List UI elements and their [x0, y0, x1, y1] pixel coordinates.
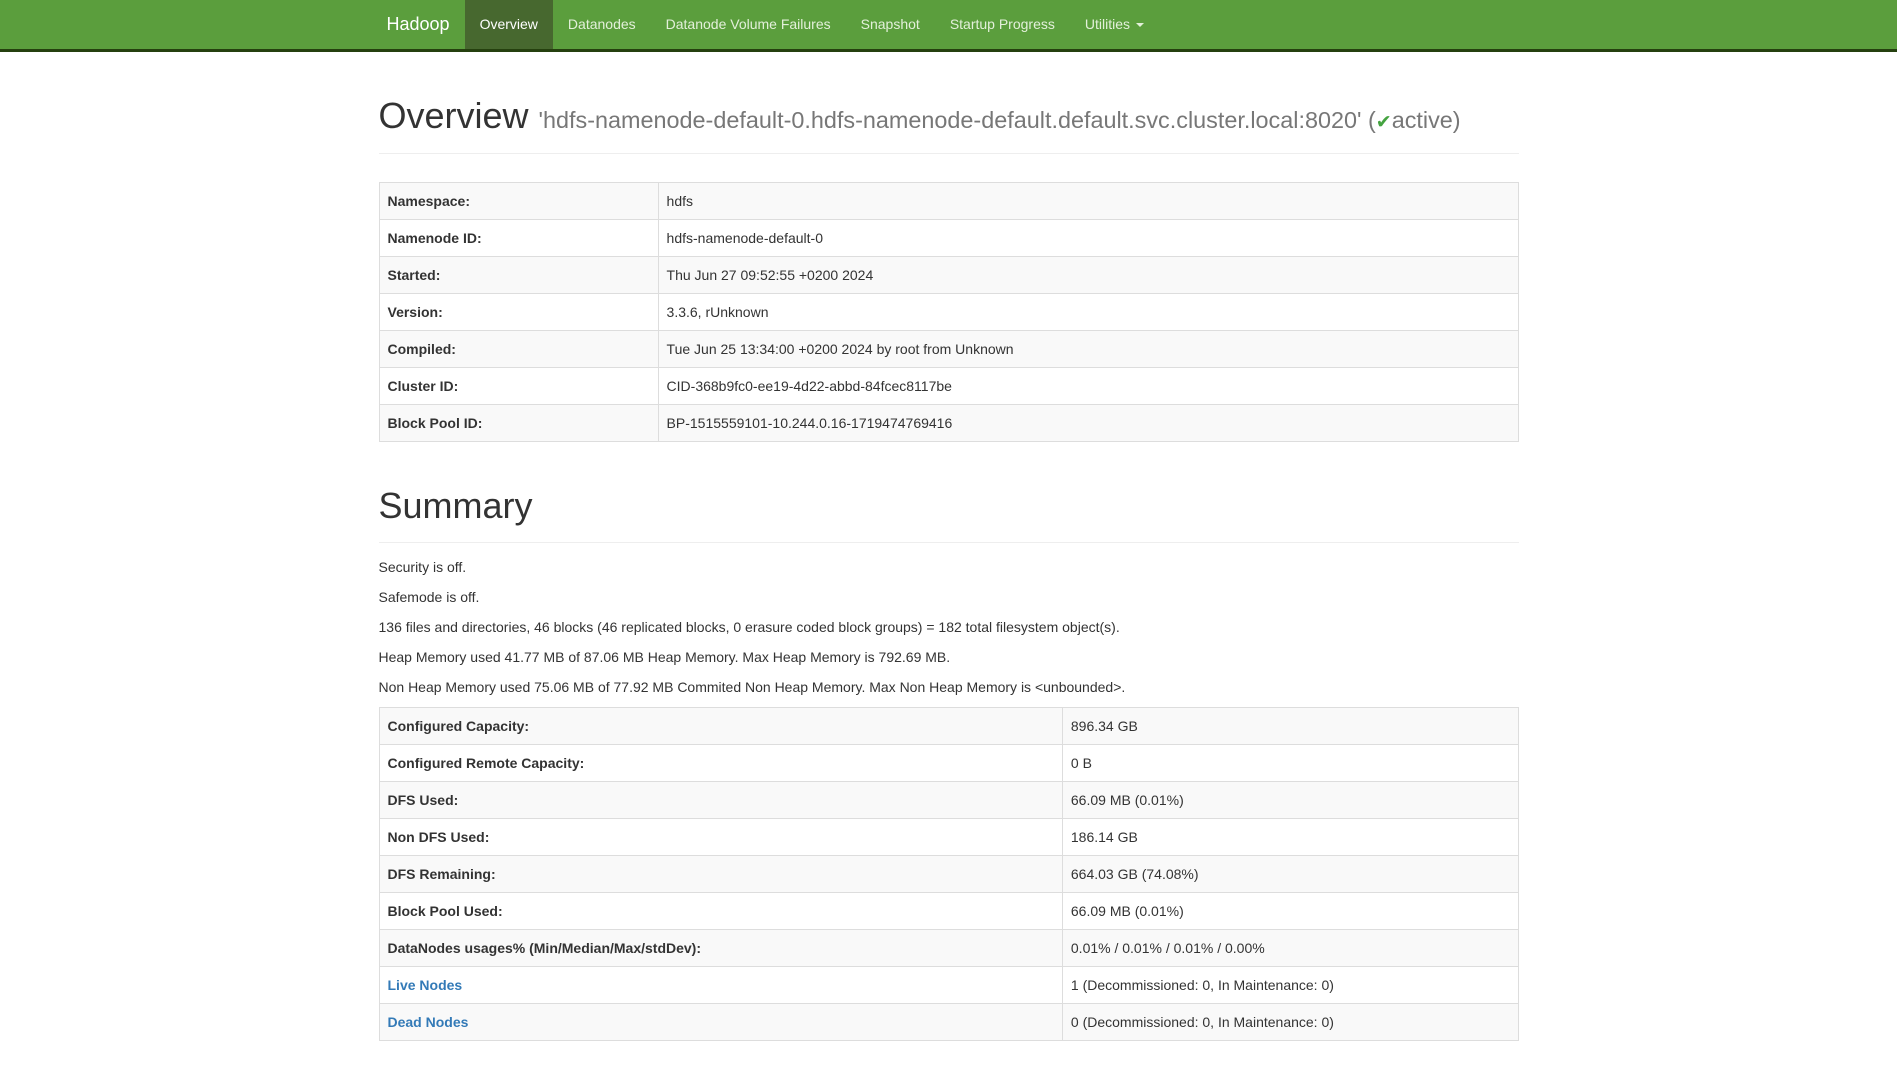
row-label: Live Nodes	[379, 967, 1062, 1004]
table-row: Started: Thu Jun 27 09:52:55 +0200 2024	[379, 256, 1518, 293]
nav-item-datanodes[interactable]: Datanodes	[553, 0, 651, 49]
navbar-inner: Hadoop Overview Datanodes Datanode Volum…	[364, 0, 1534, 49]
row-value: 1 (Decommissioned: 0, In Maintenance: 0)	[1062, 967, 1518, 1004]
page-title-text: Overview	[379, 95, 529, 136]
table-row: DFS Remaining: 664.03 GB (74.08%)	[379, 856, 1518, 893]
row-label: Block Pool ID:	[379, 404, 658, 441]
row-label: Configured Capacity:	[379, 708, 1062, 745]
row-label: Non DFS Used:	[379, 819, 1062, 856]
namenode-info-table: Namespace: hdfs Namenode ID: hdfs-nameno…	[379, 182, 1519, 442]
table-row: DataNodes usages% (Min/Median/Max/stdDev…	[379, 930, 1518, 967]
table-row: DFS Used: 66.09 MB (0.01%)	[379, 782, 1518, 819]
ha-state: (✔active)	[1368, 107, 1461, 133]
row-value: CID-368b9fc0-ee19-4d22-abbd-84fcec8117be	[658, 367, 1518, 404]
table-row: Block Pool Used: 66.09 MB (0.01%)	[379, 893, 1518, 930]
caret-down-icon	[1136, 23, 1144, 27]
row-value: 66.09 MB (0.01%)	[1062, 782, 1518, 819]
page-title: Overview 'hdfs-namenode-default-0.hdfs-n…	[379, 92, 1519, 141]
cluster-summary-table: Configured Capacity: 896.34 GB Configure…	[379, 707, 1519, 1041]
summary-security: Security is off.	[379, 557, 1519, 577]
namenode-address: 'hdfs-namenode-default-0.hdfs-namenode-d…	[539, 107, 1461, 133]
nav-item-label: Overview	[480, 15, 538, 35]
row-value: 66.09 MB (0.01%)	[1062, 893, 1518, 930]
row-value: 664.03 GB (74.08%)	[1062, 856, 1518, 893]
row-value: 0 (Decommissioned: 0, In Maintenance: 0)	[1062, 1004, 1518, 1041]
nav-item-startup-progress[interactable]: Startup Progress	[935, 0, 1070, 49]
state-label: active)	[1392, 107, 1461, 133]
table-row: Cluster ID: CID-368b9fc0-ee19-4d22-abbd-…	[379, 367, 1518, 404]
nav-item-utilities-dropdown[interactable]: Utilities	[1070, 0, 1159, 49]
row-label: Configured Remote Capacity:	[379, 745, 1062, 782]
row-label: DFS Used:	[379, 782, 1062, 819]
row-value: 0 B	[1062, 745, 1518, 782]
summary-page-header: Summary	[379, 482, 1519, 544]
table-row: Block Pool ID: BP-1515559101-10.244.0.16…	[379, 404, 1518, 441]
row-label: Namespace:	[379, 182, 658, 219]
nav-item-snapshot[interactable]: Snapshot	[846, 0, 935, 49]
row-label: Dead Nodes	[379, 1004, 1062, 1041]
row-value: 3.3.6, rUnknown	[658, 293, 1518, 330]
row-value: hdfs-namenode-default-0	[658, 219, 1518, 256]
summary-title: Summary	[379, 482, 1519, 531]
nav-item-label: Datanode Volume Failures	[666, 15, 831, 35]
brand-link[interactable]: Hadoop	[379, 0, 465, 49]
table-row: Namenode ID: hdfs-namenode-default-0	[379, 219, 1518, 256]
row-value: 186.14 GB	[1062, 819, 1518, 856]
table-row: Dead Nodes 0 (Decommissioned: 0, In Main…	[379, 1004, 1518, 1041]
overview-page-header: Overview 'hdfs-namenode-default-0.hdfs-n…	[379, 92, 1519, 154]
row-value: Thu Jun 27 09:52:55 +0200 2024	[658, 256, 1518, 293]
row-value: BP-1515559101-10.244.0.16-1719474769416	[658, 404, 1518, 441]
row-label: Version:	[379, 293, 658, 330]
row-label: Started:	[379, 256, 658, 293]
live-nodes-link[interactable]: Live Nodes	[388, 977, 463, 993]
nav-item-label: Snapshot	[861, 15, 920, 35]
nav-menu: Overview Datanodes Datanode Volume Failu…	[465, 0, 1159, 49]
row-value: hdfs	[658, 182, 1518, 219]
table-row: Configured Capacity: 896.34 GB	[379, 708, 1518, 745]
nav-item-label: Startup Progress	[950, 15, 1055, 35]
nav-item-overview[interactable]: Overview	[465, 0, 553, 49]
row-value: 0.01% / 0.01% / 0.01% / 0.00%	[1062, 930, 1518, 967]
table-row: Non DFS Used: 186.14 GB	[379, 819, 1518, 856]
state-paren: (	[1368, 107, 1376, 133]
summary-safemode: Safemode is off.	[379, 587, 1519, 607]
row-label: DFS Remaining:	[379, 856, 1062, 893]
table-row: Compiled: Tue Jun 25 13:34:00 +0200 2024…	[379, 330, 1518, 367]
nav-item-datanode-volume-failures[interactable]: Datanode Volume Failures	[651, 0, 846, 49]
row-value: 896.34 GB	[1062, 708, 1518, 745]
row-label: Compiled:	[379, 330, 658, 367]
table-row: Namespace: hdfs	[379, 182, 1518, 219]
main-container: Overview 'hdfs-namenode-default-0.hdfs-n…	[364, 92, 1534, 1041]
row-value: Tue Jun 25 13:34:00 +0200 2024 by root f…	[658, 330, 1518, 367]
summary-non-heap-memory: Non Heap Memory used 75.06 MB of 77.92 M…	[379, 677, 1519, 697]
row-label: Namenode ID:	[379, 219, 658, 256]
table-row: Configured Remote Capacity: 0 B	[379, 745, 1518, 782]
nav-item-label: Datanodes	[568, 15, 636, 35]
row-label: Cluster ID:	[379, 367, 658, 404]
nav-item-label: Utilities	[1085, 15, 1130, 35]
table-row: Version: 3.3.6, rUnknown	[379, 293, 1518, 330]
row-label: DataNodes usages% (Min/Median/Max/stdDev…	[379, 930, 1062, 967]
dead-nodes-link[interactable]: Dead Nodes	[388, 1014, 469, 1030]
namenode-address-text: 'hdfs-namenode-default-0.hdfs-namenode-d…	[539, 107, 1362, 133]
check-icon: ✔	[1376, 112, 1392, 133]
top-navbar: Hadoop Overview Datanodes Datanode Volum…	[0, 0, 1897, 52]
summary-filesystem-objects: 136 files and directories, 46 blocks (46…	[379, 617, 1519, 637]
summary-heap-memory: Heap Memory used 41.77 MB of 87.06 MB He…	[379, 647, 1519, 667]
row-label: Block Pool Used:	[379, 893, 1062, 930]
table-row: Live Nodes 1 (Decommissioned: 0, In Main…	[379, 967, 1518, 1004]
